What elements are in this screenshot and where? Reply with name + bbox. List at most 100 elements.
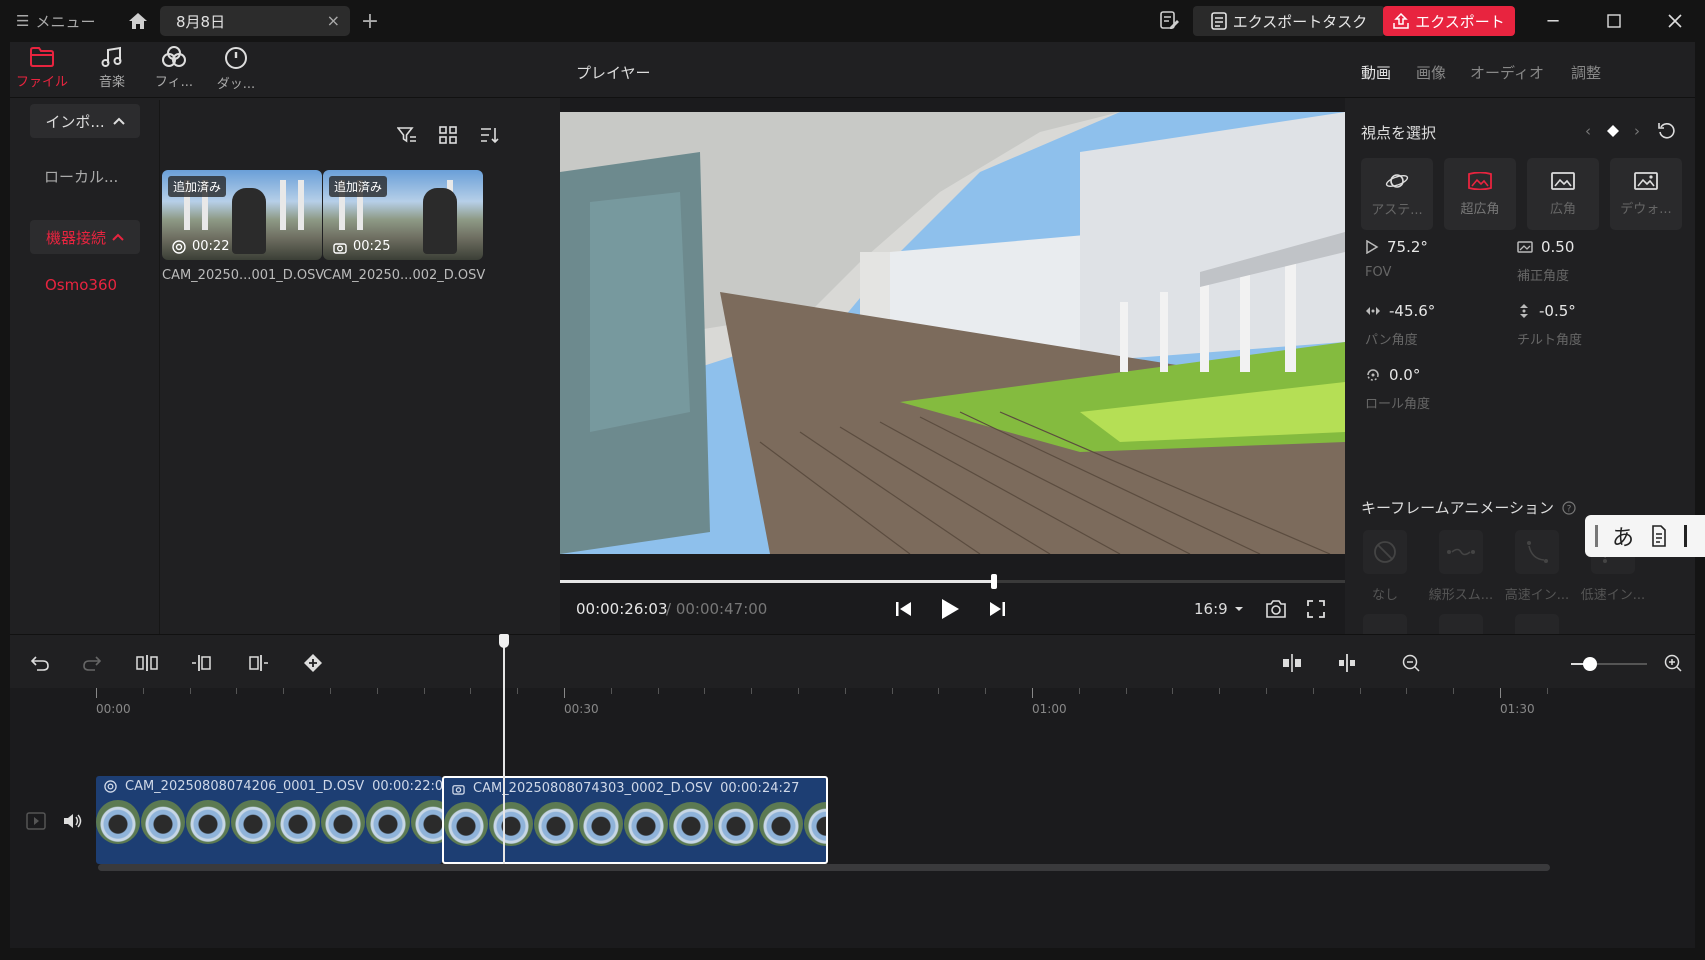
view-dewarp-button[interactable]: デウォ... xyxy=(1610,158,1682,230)
param-tilt[interactable]: -0.5° チルト角度 xyxy=(1517,302,1582,348)
chevron-up-icon xyxy=(112,117,125,125)
progress-handle[interactable] xyxy=(991,574,998,589)
trim-right-button[interactable] xyxy=(246,651,270,675)
playhead[interactable] xyxy=(499,634,509,864)
video-frame xyxy=(560,112,1345,554)
add-keyframe-timeline-button[interactable] xyxy=(301,651,325,675)
tab-dashboard[interactable]: ダッ... xyxy=(206,46,266,96)
ruler-tick xyxy=(189,688,191,694)
reset-button[interactable] xyxy=(1655,120,1677,142)
import-dropdown[interactable]: インポ... xyxy=(30,104,140,138)
export-task-button[interactable]: エクスポートタスク xyxy=(1193,6,1385,36)
keyframe-preset[interactable] xyxy=(1515,614,1559,634)
view-wide-button[interactable]: 広角 xyxy=(1527,158,1599,230)
add-tab-button[interactable]: + xyxy=(358,8,382,34)
center-playhead-button[interactable] xyxy=(1335,651,1359,675)
playback-progress[interactable] xyxy=(560,574,1345,589)
aspect-ratio-dropdown[interactable]: 16:9 xyxy=(1194,600,1244,618)
keyframe-linear[interactable]: 線形スム... xyxy=(1421,530,1501,603)
trim-left-button[interactable] xyxy=(190,651,214,675)
video-preview[interactable] xyxy=(560,112,1345,554)
zoom-out-button[interactable] xyxy=(1399,651,1423,675)
maximize-button[interactable] xyxy=(1592,6,1636,36)
menu-button[interactable]: ☰ メニュー xyxy=(16,10,95,32)
ime-toolbar[interactable]: あ xyxy=(1585,515,1705,557)
param-roll[interactable]: 0.0° ロール角度 xyxy=(1365,366,1430,412)
view-asteroid-button[interactable]: アステ... xyxy=(1361,158,1433,230)
next-button[interactable] xyxy=(983,595,1011,623)
project-tab[interactable]: 8月8日 × xyxy=(160,6,350,36)
split-icon xyxy=(136,655,158,671)
timeline-scrollbar[interactable] xyxy=(98,864,1550,871)
home-button[interactable] xyxy=(124,8,152,34)
param-correction[interactable]: 0.50 補正角度 xyxy=(1517,238,1574,284)
param-pan[interactable]: -45.6° パン角度 xyxy=(1365,302,1435,348)
grid-view-button[interactable] xyxy=(435,122,461,148)
keyframe-preset[interactable] xyxy=(1363,614,1407,634)
tab-music[interactable]: 音楽 xyxy=(82,46,142,96)
redo-button[interactable] xyxy=(80,651,104,675)
media-item[interactable]: 追加済み 00:22 CAM_20250...001_D.OSV xyxy=(162,170,324,283)
keyframe-fast-in[interactable]: 高速イン... xyxy=(1497,530,1577,603)
close-window-button[interactable] xyxy=(1653,6,1697,36)
zoom-handle[interactable] xyxy=(1583,657,1597,671)
player-title: プレイヤー xyxy=(576,64,651,82)
timeline-toolbar xyxy=(10,634,1695,688)
ime-hiragana-mode[interactable]: あ xyxy=(1612,520,1634,552)
volume-icon xyxy=(64,814,82,828)
track-mute-button[interactable] xyxy=(62,810,84,832)
sort-button[interactable] xyxy=(477,122,503,148)
fullscreen-button[interactable] xyxy=(1302,595,1330,623)
time-ruler[interactable]: 00:00 00:30 01:00 01:30 xyxy=(10,688,1695,728)
aspect-ratio-value: 16:9 xyxy=(1194,600,1228,618)
split-button[interactable] xyxy=(135,651,159,675)
ruler-tick xyxy=(657,688,659,694)
tab-filter[interactable]: フィ... xyxy=(144,46,204,96)
minimize-button[interactable]: ─ xyxy=(1531,6,1575,36)
add-keyframe-button[interactable] xyxy=(1602,120,1624,142)
device-connection-dropdown[interactable]: 機器接続 xyxy=(30,220,140,254)
device-osmo360-item[interactable]: Osmo360 xyxy=(45,276,117,294)
ruler-tick xyxy=(610,688,612,694)
notes-button[interactable] xyxy=(1158,9,1182,33)
filter-media-button[interactable] xyxy=(394,122,420,148)
fast-in-icon xyxy=(1527,541,1548,563)
local-source-item[interactable]: ローカル... xyxy=(44,166,118,187)
media-item[interactable]: 追加済み 00:25 CAM_20250...002_D.OSV xyxy=(323,170,485,283)
tab-files[interactable]: ファイル xyxy=(12,46,72,96)
tab-adjust[interactable]: 調整 xyxy=(1571,62,1601,83)
view-ultrawide-button[interactable]: 超広角 xyxy=(1444,158,1516,230)
timeline-clip-selected[interactable]: CAM_20250808074303_0002_D.OSV 00:00:24:2… xyxy=(442,776,828,864)
export-button[interactable]: エクスポート xyxy=(1383,6,1515,36)
media-filename: CAM_20250...001_D.OSV xyxy=(162,268,325,283)
snapshot-button[interactable] xyxy=(1262,595,1290,623)
track-visibility-button[interactable] xyxy=(25,810,47,832)
tab-audio[interactable]: オーディオ xyxy=(1470,62,1544,83)
zoom-in-button[interactable] xyxy=(1661,651,1685,675)
ruler-tick xyxy=(1172,688,1174,694)
keyframe-none[interactable]: なし xyxy=(1345,530,1425,603)
tilt-label: チルト角度 xyxy=(1517,333,1583,348)
ime-grip[interactable] xyxy=(1595,525,1598,547)
previous-button[interactable] xyxy=(890,595,918,623)
tab-video[interactable]: 動画 xyxy=(1361,62,1391,83)
tab-image[interactable]: 画像 xyxy=(1416,62,1446,83)
param-fov[interactable]: 75.2° FOV xyxy=(1365,238,1428,280)
timeline-clip[interactable]: CAM_20250808074206_0001_D.OSV 00:00:22:0… xyxy=(96,776,442,864)
timeline[interactable]: 00:00 00:30 01:00 01:30 CAM_202508080742… xyxy=(10,688,1695,948)
play-button[interactable] xyxy=(936,595,964,623)
next-keyframe-button[interactable]: › xyxy=(1626,120,1648,142)
tab-close-icon[interactable]: × xyxy=(327,11,340,30)
ruler-tick xyxy=(1359,688,1361,694)
undo-button[interactable] xyxy=(28,651,52,675)
filter-funnel-icon xyxy=(397,127,416,143)
tab-filter-label: フィ... xyxy=(154,75,194,90)
ime-pad-icon[interactable] xyxy=(1648,524,1670,548)
svg-text:?: ? xyxy=(1567,504,1572,514)
zoom-slider[interactable] xyxy=(1571,657,1647,671)
snap-button[interactable] xyxy=(1280,651,1304,675)
playhead-handle[interactable] xyxy=(499,634,509,648)
keyframe-preset[interactable] xyxy=(1439,614,1483,634)
prev-keyframe-button[interactable]: ‹ xyxy=(1577,120,1599,142)
help-icon[interactable]: ? xyxy=(1562,500,1576,515)
